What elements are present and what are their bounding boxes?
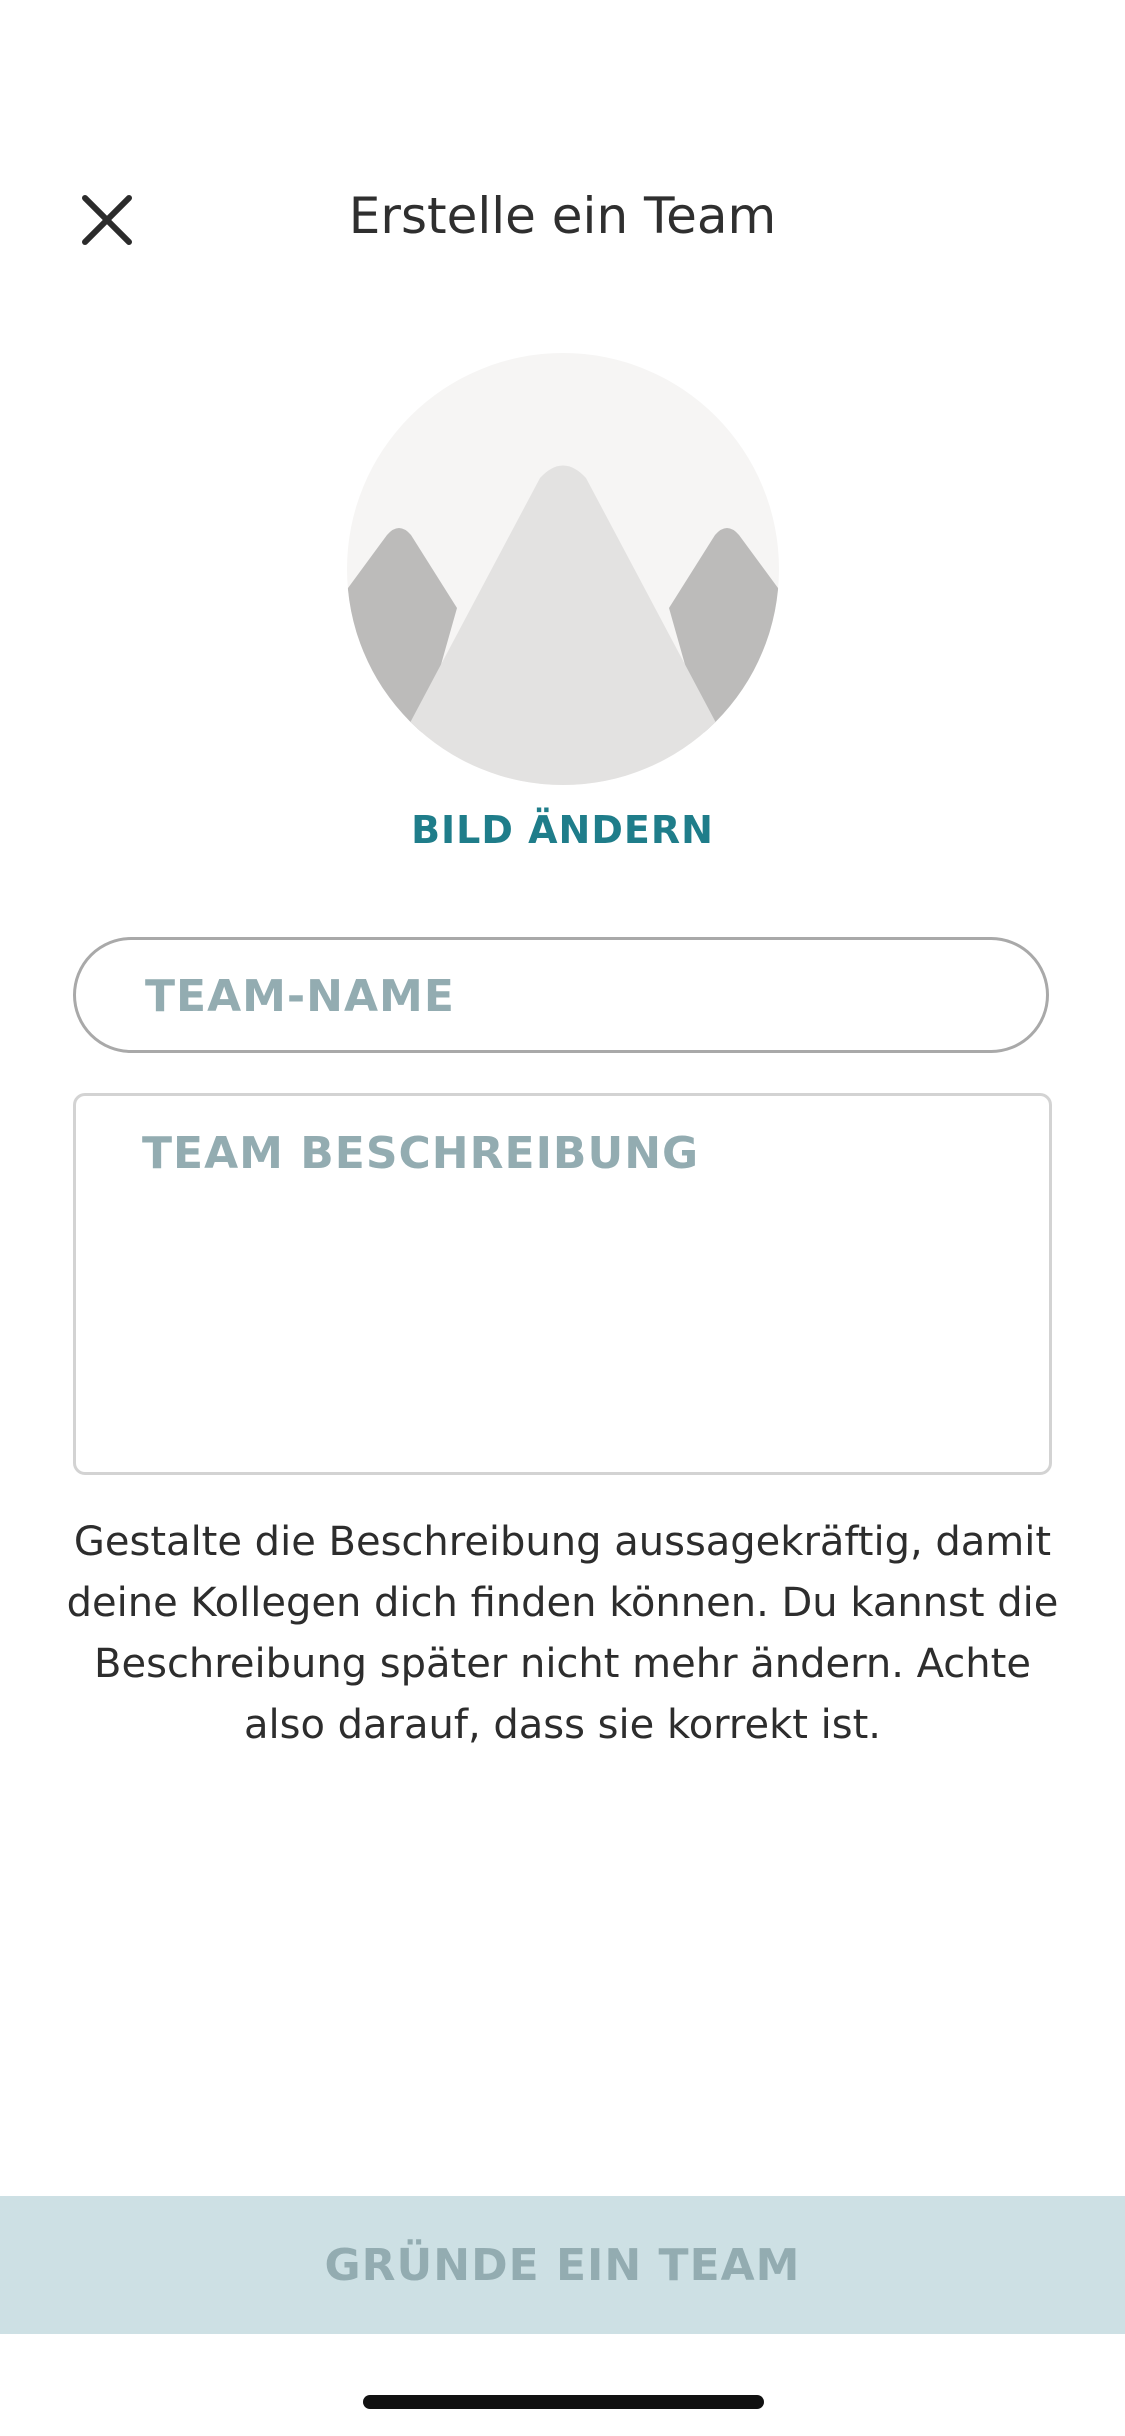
home-indicator xyxy=(363,2395,764,2409)
change-image-link[interactable]: BILD ÄNDERN xyxy=(0,808,1125,852)
team-description-input[interactable] xyxy=(140,1126,1024,1450)
team-description-field[interactable] xyxy=(73,1093,1052,1475)
team-avatar[interactable] xyxy=(347,353,779,785)
page-title: Erstelle ein Team xyxy=(348,187,777,245)
description-hint: Gestalte die Beschreibung aussagekräftig… xyxy=(66,1519,1059,1748)
team-name-input[interactable] xyxy=(143,940,1007,1052)
header: Erstelle ein Team xyxy=(0,165,1125,265)
team-name-field[interactable] xyxy=(73,937,1049,1053)
create-team-button[interactable]: GRÜNDE EIN TEAM xyxy=(0,2196,1125,2334)
mountain-placeholder-icon xyxy=(347,353,779,785)
